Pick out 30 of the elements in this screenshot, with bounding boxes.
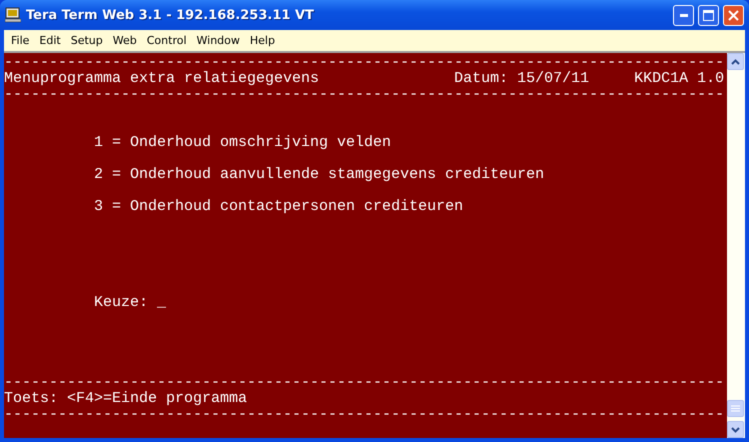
menu-item[interactable]: File [6,34,34,47]
grip-icon [731,404,740,412]
terminal-line: 2 = Onderhoud aanvullende stamgegevens crediteuren [93,166,544,183]
terminal-line: -------------------------------------------------------------------------------- [4,374,724,391]
terminal-line: Keuze: _ [93,294,166,311]
menu-item[interactable]: Help [244,34,280,47]
menu-item[interactable]: Setup [66,34,108,47]
menu-item[interactable]: Web [108,34,142,47]
minimize-button[interactable] [673,4,694,26]
menu-item[interactable]: Control [142,34,192,47]
terminal-line: 3 = Onderhoud contactpersonen crediteuren [93,198,464,215]
scroll-thumb[interactable] [727,400,744,417]
maximize-icon [703,10,714,20]
terminal-line: Toets: <F4>=Einde programma [4,390,248,407]
close-button[interactable] [723,4,744,26]
terminal-line: -------------------------------------------------------------------------------- [4,406,724,423]
terminal-line: -------------------------------------------------------------------------------- [4,86,724,103]
terminal-line: Menuprogramma extra relatiegegevens Datum: 15/07/11 KKDC1A 1.0 [4,70,724,87]
scroll-up-button[interactable] [727,53,744,70]
minimize-icon [680,14,688,16]
scroll-down-button[interactable] [727,421,744,438]
scrollbar[interactable] [727,53,745,438]
menu-item[interactable]: Edit [34,34,66,47]
close-icon [728,10,739,20]
menu-item[interactable]: Window [192,34,245,47]
maximize-button[interactable] [698,4,719,26]
terminal-line: -------------------------------------------------------------------------------- [4,54,724,71]
window-title: Tera Term Web 3.1 - 192.168.253.11 VT [26,8,314,22]
terminal-line: 1 = Onderhoud omschrijving velden [93,134,392,151]
app-icon [5,7,21,23]
